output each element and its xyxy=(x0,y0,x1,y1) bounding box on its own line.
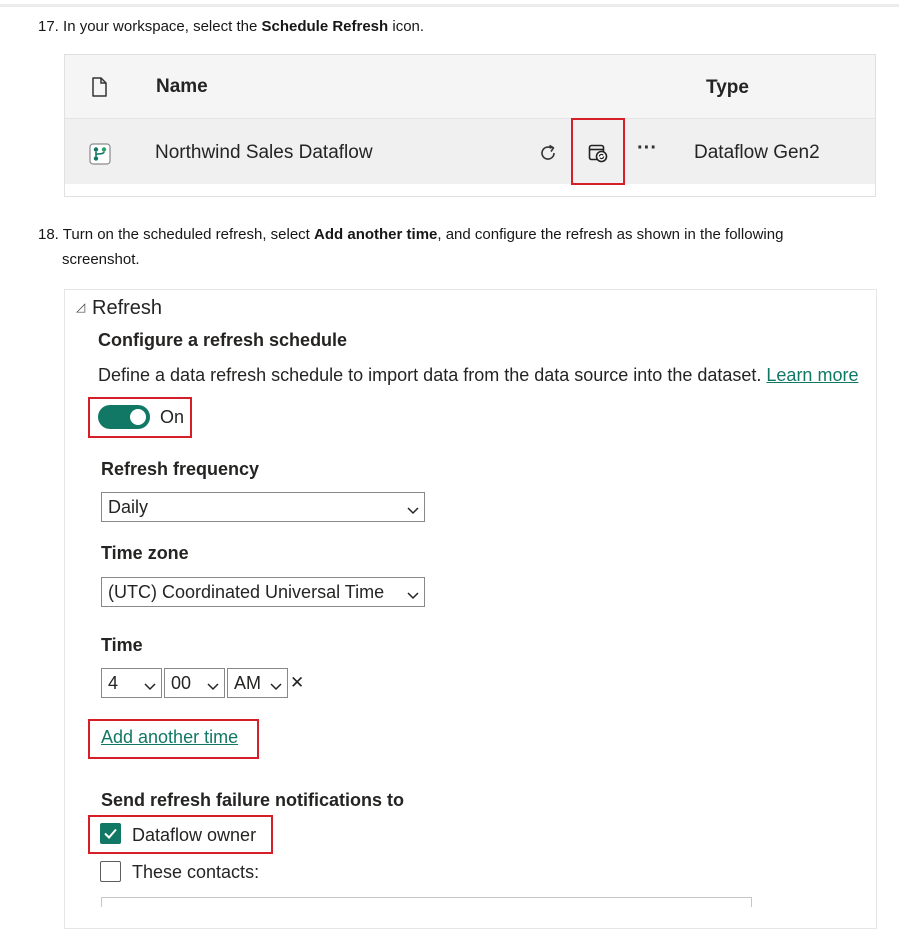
ampm-select[interactable]: AM xyxy=(227,668,288,698)
step-bold-text: Schedule Refresh xyxy=(261,18,389,35)
contacts-checkbox-label: These contacts: xyxy=(132,862,260,882)
frequency-label: Refresh frequency xyxy=(101,459,260,479)
dataflow-type: Dataflow Gen2 xyxy=(694,142,820,163)
table-header: Name Type xyxy=(65,55,875,118)
column-header-type[interactable]: Type xyxy=(706,77,749,99)
schedule-description: Define a data refresh schedule to import… xyxy=(98,365,858,386)
refresh-icon[interactable] xyxy=(538,143,558,168)
highlight-owner-checkbox xyxy=(88,815,273,854)
step-text: , and configure the refresh as shown in … xyxy=(437,226,784,243)
notifications-label: Send refresh failure notifications to xyxy=(101,790,405,810)
frequency-select[interactable]: Daily xyxy=(101,492,425,522)
timezone-select[interactable]: (UTC) Coordinated Universal Time xyxy=(101,577,425,607)
highlight-add-time xyxy=(88,719,259,759)
table-row[interactable]: Northwind Sales Dataflow ··· Dataflow Ge… xyxy=(65,118,875,184)
minute-value: 00 xyxy=(171,673,192,693)
file-icon xyxy=(91,77,107,102)
chevron-down-icon xyxy=(269,677,283,691)
more-options-icon[interactable]: ··· xyxy=(637,137,657,160)
timezone-value: (UTC) Coordinated Universal Time xyxy=(108,582,385,602)
workspace-table: Name Type Northwind Sales Dataflow ··· D… xyxy=(64,54,876,197)
learn-more-link[interactable]: Learn more xyxy=(766,365,858,385)
remove-time-icon[interactable]: ✕ xyxy=(290,673,304,693)
hour-value: 4 xyxy=(108,673,119,693)
time-label: Time xyxy=(101,635,143,655)
step-text: icon. xyxy=(392,18,425,35)
section-title[interactable]: Refresh xyxy=(92,297,162,320)
chevron-down-icon xyxy=(206,677,220,691)
chevron-down-icon xyxy=(143,677,157,691)
column-header-name[interactable]: Name xyxy=(156,76,208,98)
top-divider xyxy=(0,4,899,7)
timezone-label: Time zone xyxy=(101,543,189,563)
description-text: Define a data refresh schedule to import… xyxy=(98,365,762,385)
collapse-triangle-icon[interactable]: ◿ xyxy=(76,300,85,314)
step-17: 17. In your workspace, select the Schedu… xyxy=(38,15,424,39)
contacts-input[interactable] xyxy=(101,897,752,907)
step-text: In your workspace, select the xyxy=(63,18,258,35)
highlight-toggle xyxy=(88,397,192,438)
step-bold-text: Add another time xyxy=(314,226,438,243)
step-18: 18. Turn on the scheduled refresh, selec… xyxy=(38,223,858,247)
step-18-line2: screenshot. xyxy=(62,251,140,268)
ampm-value: AM xyxy=(234,673,261,693)
frequency-value: Daily xyxy=(108,497,149,517)
highlight-schedule-refresh xyxy=(571,118,625,185)
step-number: 17. xyxy=(38,18,59,35)
step-text: Turn on the scheduled refresh, select xyxy=(62,226,310,243)
chevron-down-icon xyxy=(406,501,420,515)
dataflow-icon xyxy=(89,143,111,170)
minute-select[interactable]: 00 xyxy=(164,668,225,698)
chevron-down-icon xyxy=(406,586,420,600)
configure-heading: Configure a refresh schedule xyxy=(98,330,348,350)
step-number: 18. xyxy=(38,226,59,243)
dataflow-name[interactable]: Northwind Sales Dataflow xyxy=(155,142,373,164)
hour-select[interactable]: 4 xyxy=(101,668,162,698)
contacts-checkbox[interactable] xyxy=(100,861,121,882)
